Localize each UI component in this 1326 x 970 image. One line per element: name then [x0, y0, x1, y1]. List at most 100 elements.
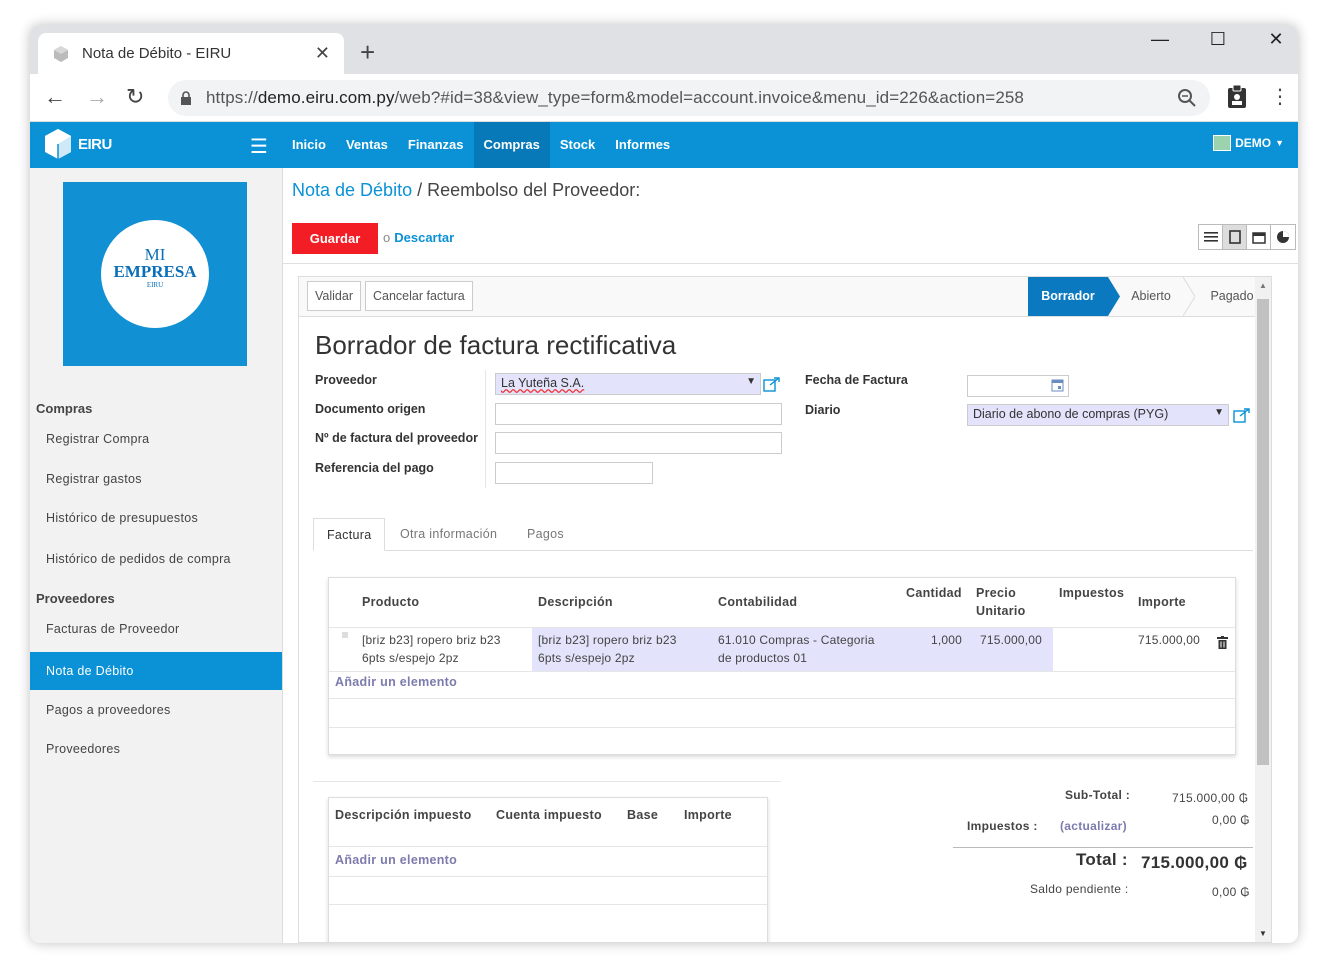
- new-tab-icon[interactable]: +: [360, 37, 375, 68]
- scroll-down-icon[interactable]: ▼: [1259, 929, 1267, 938]
- control-separator: [283, 263, 1298, 264]
- sidebar-item-pagos-proveedores[interactable]: Pagos a proveedores: [30, 691, 282, 729]
- col-cantidad[interactable]: Cantidad: [906, 586, 962, 600]
- line-desc-1: [briz b23] ropero briz b23: [538, 633, 677, 647]
- col-contabilidad[interactable]: Contabilidad: [718, 595, 797, 609]
- tab-pagos[interactable]: Pagos: [514, 518, 577, 551]
- menu-inicio[interactable]: Inicio: [282, 122, 336, 168]
- sidebar-item-registrar-compra[interactable]: Registrar Compra: [30, 420, 282, 458]
- sidebar-item-nota-debito[interactable]: Nota de Débito: [30, 652, 282, 690]
- maximize-icon[interactable]: ☐: [1198, 29, 1238, 50]
- tab-otra-informacion[interactable]: Otra información: [387, 518, 510, 551]
- main-content: Nota de Débito / Reembolso del Proveedor…: [283, 168, 1298, 943]
- avatar: [1213, 135, 1232, 151]
- saldo-label: Saldo pendiente :: [1030, 882, 1129, 896]
- external-link-icon[interactable]: [763, 376, 781, 392]
- line-cantidad[interactable]: 1,000: [931, 631, 962, 649]
- col-importe-impuesto[interactable]: Importe: [684, 808, 732, 822]
- nro-factura-input[interactable]: [495, 432, 782, 454]
- breadcrumb-link[interactable]: Nota de Débito: [292, 180, 412, 200]
- back-arrow-icon[interactable]: ←: [44, 84, 66, 110]
- referencia-pago-input[interactable]: [495, 462, 653, 484]
- list-view-icon[interactable]: [1199, 225, 1223, 249]
- forward-arrow-icon[interactable]: →: [86, 84, 108, 110]
- trash-icon[interactable]: [1217, 636, 1228, 649]
- scroll-thumb[interactable]: [1257, 299, 1269, 765]
- impuestos-value: 0,00 ₲: [1212, 813, 1250, 827]
- user-menu[interactable]: DEMO ▼: [1213, 135, 1284, 151]
- hamburger-menu-icon[interactable]: ☰: [250, 134, 268, 159]
- calendar-icon[interactable]: [1051, 379, 1064, 392]
- status-bar: Validar Cancelar factura Borrador Abiert…: [299, 277, 1271, 317]
- sidebar-item-historico-pedidos[interactable]: Histórico de pedidos de compra: [30, 540, 282, 578]
- diario-select[interactable]: Diario de abono de compras (PYG) ▼: [967, 404, 1229, 426]
- col-producto[interactable]: Producto: [362, 595, 419, 609]
- browser-menu-icon[interactable]: ⋮: [1270, 84, 1290, 109]
- row-divider: [329, 876, 767, 877]
- line-producto[interactable]: [briz b23] ropero briz b23 6pts s/espejo …: [362, 631, 501, 667]
- user-name: DEMO: [1235, 136, 1272, 150]
- col-importe[interactable]: Importe: [1138, 595, 1186, 609]
- discard-link-wrap: o Descartar: [383, 230, 454, 245]
- col-descripcion-impuesto[interactable]: Descripción impuesto: [335, 808, 472, 822]
- sidebar-item-historico-presupuestos[interactable]: Histórico de presupuestos: [30, 499, 282, 537]
- save-button[interactable]: Guardar: [292, 223, 378, 254]
- menu-ventas[interactable]: Ventas: [336, 122, 398, 168]
- sidebar-item-registrar-gastos[interactable]: Registrar gastos: [30, 460, 282, 498]
- sidebar-item-facturas-proveedor[interactable]: Facturas de Proveedor: [30, 610, 282, 648]
- actualizar-link[interactable]: (actualizar): [1060, 819, 1127, 833]
- line-precio[interactable]: 715.000,00: [980, 631, 1042, 649]
- app-logo[interactable]: EIRU: [44, 128, 112, 160]
- zoom-icon[interactable]: [1176, 87, 1198, 109]
- menu-finanzas[interactable]: Finanzas: [398, 122, 474, 168]
- clipboard-extension-icon[interactable]: [1226, 84, 1248, 110]
- add-tax-link[interactable]: Añadir un elemento: [335, 853, 457, 867]
- col-precio[interactable]: Precio: [976, 586, 1016, 600]
- documento-origen-input[interactable]: [495, 403, 782, 425]
- col-base[interactable]: Base: [627, 808, 658, 822]
- form-view-icon[interactable]: [1223, 225, 1247, 249]
- sidebar-section-compras: Compras: [36, 401, 93, 416]
- reload-icon[interactable]: ↻: [126, 84, 144, 110]
- row-divider: [329, 904, 767, 905]
- menu-compras[interactable]: Compras: [473, 122, 550, 168]
- company-logo-line2: EMPRESA: [113, 262, 197, 281]
- scroll-up-icon[interactable]: ▲: [1259, 281, 1267, 290]
- line-cuenta-2: de productos 01: [718, 651, 808, 665]
- proveedor-label: Proveedor: [315, 373, 377, 387]
- graph-view-icon[interactable]: [1271, 225, 1295, 249]
- browser-tab[interactable]: Nota de Débito - EIRU ✕: [38, 33, 344, 74]
- validar-button[interactable]: Validar: [307, 281, 361, 311]
- close-tab-icon[interactable]: ✕: [315, 43, 330, 64]
- menu-stock[interactable]: Stock: [550, 122, 605, 168]
- external-link-icon[interactable]: [1233, 407, 1251, 423]
- menu-informes[interactable]: Informes: [605, 122, 680, 168]
- proveedor-select[interactable]: La Yuteña S.A. ▼: [495, 373, 761, 395]
- scrollbar[interactable]: ▲ ▼: [1255, 277, 1271, 942]
- lock-icon: [181, 91, 191, 105]
- col-cuenta-impuesto[interactable]: Cuenta impuesto: [496, 808, 602, 822]
- tab-factura[interactable]: Factura: [313, 518, 386, 551]
- discard-button[interactable]: Descartar: [394, 230, 454, 245]
- row-divider: [329, 671, 1235, 672]
- saldo-value: 0,00 ₲: [1212, 885, 1250, 899]
- line-cuenta[interactable]: 61.010 Compras - Categoria de productos 0…: [718, 631, 875, 667]
- row-handle-icon[interactable]: [342, 632, 348, 638]
- line-descripcion[interactable]: [briz b23] ropero briz b23 6pts s/espejo …: [538, 631, 677, 667]
- company-logo: MI EMPRESA EIRU: [63, 182, 247, 366]
- close-window-icon[interactable]: ✕: [1256, 29, 1296, 50]
- add-line-link[interactable]: Añadir un elemento: [335, 675, 457, 689]
- documento-origen-label: Documento origen: [315, 402, 426, 416]
- sidebar-item-proveedores[interactable]: Proveedores: [30, 730, 282, 768]
- calendar-view-icon[interactable]: [1247, 225, 1271, 249]
- url-bar[interactable]: https://demo.eiru.com.py/web?#id=38&view…: [168, 80, 1210, 116]
- stage-abierto[interactable]: Abierto: [1121, 277, 1181, 316]
- nro-factura-label: Nº de factura del proveedor: [315, 431, 478, 445]
- fecha-factura-input[interactable]: [967, 375, 1069, 397]
- cancelar-factura-button[interactable]: Cancelar factura: [365, 281, 473, 311]
- section-divider: [313, 781, 781, 782]
- col-descripcion[interactable]: Descripción: [538, 595, 613, 609]
- col-impuestos[interactable]: Impuestos: [1059, 586, 1124, 600]
- stage-borrador[interactable]: Borrador: [1028, 277, 1108, 316]
- minimize-icon[interactable]: —: [1140, 29, 1180, 50]
